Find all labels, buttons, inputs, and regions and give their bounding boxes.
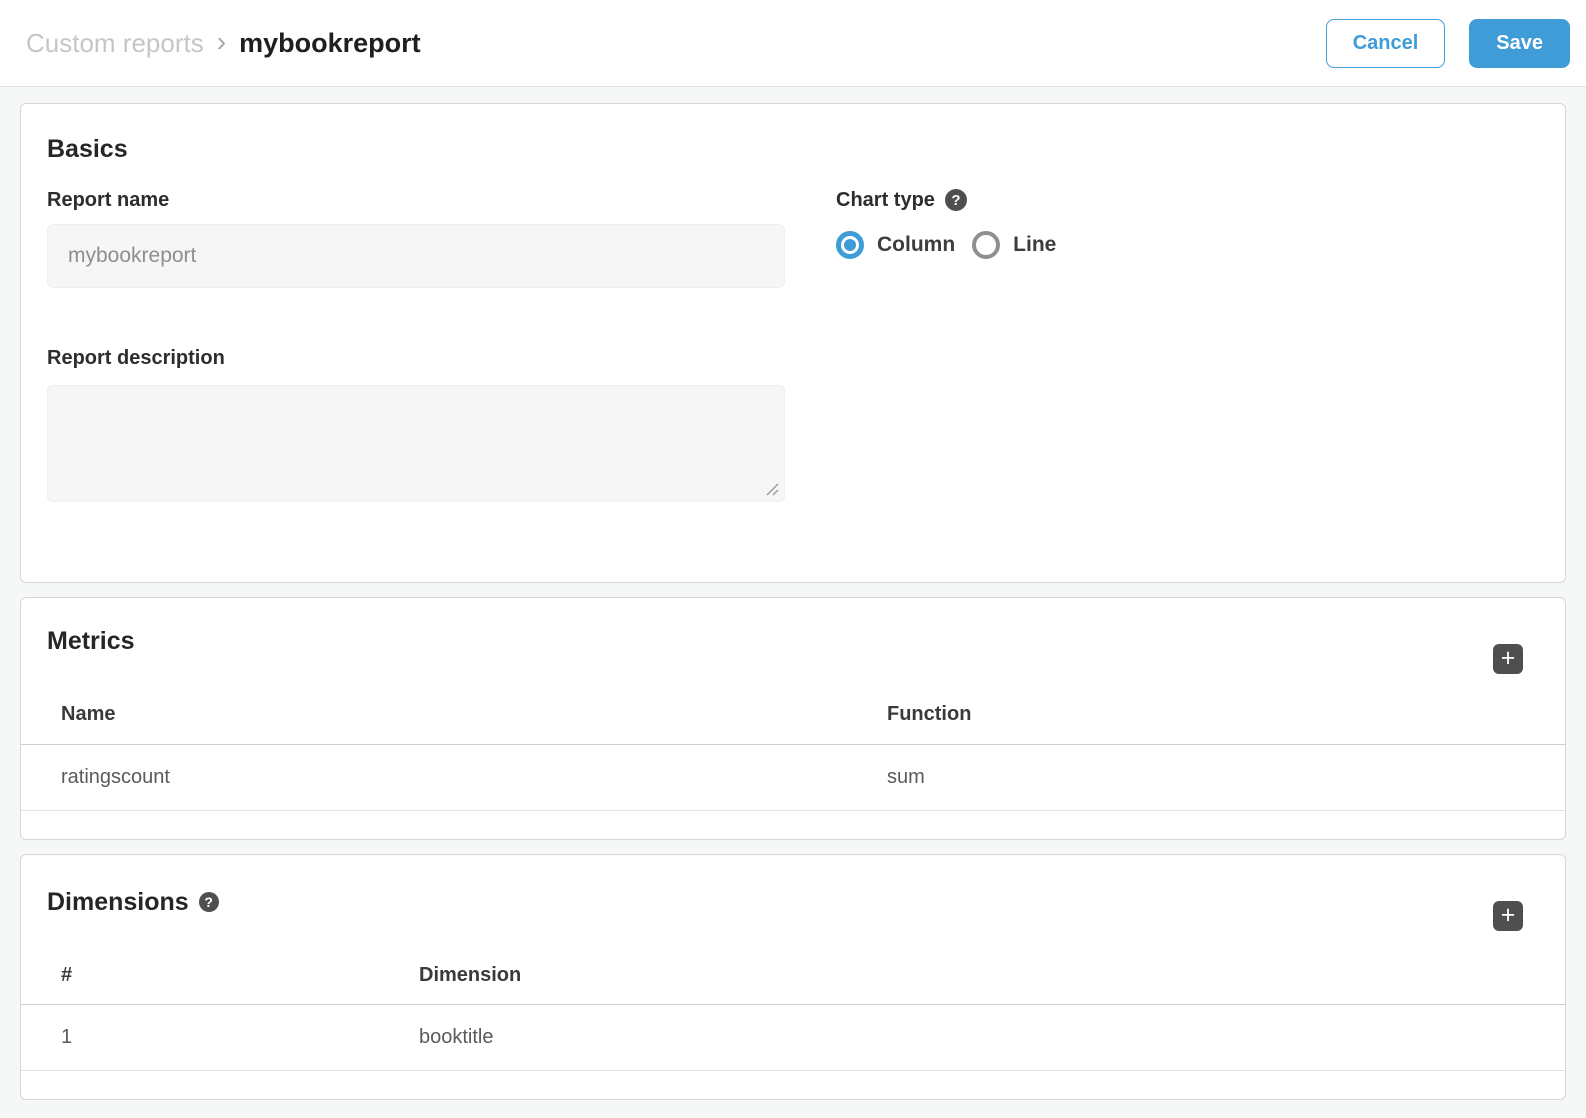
plus-icon: + (1501, 645, 1516, 671)
basics-card: Basics Report name Report description (20, 103, 1566, 583)
dimensions-help-icon[interactable]: ? (199, 892, 219, 912)
report-description-wrap (47, 385, 785, 502)
dimensions-title: Dimensions (47, 887, 189, 917)
chart-type-label-row: Chart type ? (836, 189, 1056, 211)
cancel-button[interactable]: Cancel (1326, 19, 1446, 68)
metrics-card: Metrics + Name Function ratingscount sum (20, 597, 1566, 840)
breadcrumb-custom-reports-link[interactable]: Custom reports (26, 28, 204, 59)
dimensions-table: # Dimension 1 booktitle (21, 947, 1565, 1072)
dimensions-header-row: # Dimension (21, 947, 1565, 1005)
custom-report-editor-page: Custom reports › mybookreport Cancel Sav… (0, 0, 1586, 1118)
metric-row[interactable]: ratingscount sum (21, 744, 1565, 810)
metrics-card-head: Metrics (21, 598, 1565, 686)
report-description-label: Report description (47, 347, 785, 369)
topbar: Custom reports › mybookreport Cancel Sav… (0, 0, 1586, 87)
report-description-textarea[interactable] (47, 385, 785, 502)
add-dimension-button[interactable]: + (1493, 901, 1523, 931)
metrics-table: Name Function ratingscount sum (21, 686, 1565, 811)
metrics-header-row: Name Function (21, 686, 1565, 744)
dimension-name-cell: booktitle (379, 1005, 1565, 1071)
basics-right-column: Chart type ? Column Line (836, 189, 1056, 502)
chart-type-radio-group: Column Line (836, 231, 1056, 259)
metric-name-cell: ratingscount (21, 744, 847, 810)
content: Basics Report name Report description (0, 87, 1586, 1100)
metrics-header-name: Name (21, 686, 847, 744)
resize-handle-icon[interactable] (764, 481, 779, 496)
dimensions-header-dimension: Dimension (379, 947, 1565, 1005)
chart-type-column-label[interactable]: Column (877, 233, 955, 257)
dimensions-card-head: Dimensions ? (21, 855, 1565, 947)
chart-type-help-icon[interactable]: ? (945, 189, 967, 211)
chevron-right-icon: › (217, 26, 226, 58)
chart-type-radio-line[interactable] (972, 231, 1000, 259)
report-name-input[interactable] (47, 224, 785, 288)
metric-function-cell: sum (847, 744, 1565, 810)
report-name-label: Report name (47, 189, 785, 211)
metrics-header-function: Function (847, 686, 1565, 744)
chart-type-line-label[interactable]: Line (1013, 233, 1056, 257)
basics-left-column: Report name Report description (47, 189, 785, 502)
dimension-index-cell: 1 (21, 1005, 379, 1071)
chart-type-radio-column[interactable] (836, 231, 864, 259)
metrics-card-foot (21, 811, 1565, 839)
metrics-title: Metrics (47, 626, 135, 656)
basics-columns: Report name Report description Chart typ… (47, 189, 1539, 502)
chart-type-label: Chart type (836, 189, 935, 211)
topbar-actions: Cancel Save (1326, 19, 1570, 68)
dimensions-card-foot (21, 1071, 1565, 1099)
breadcrumb: Custom reports › mybookreport (26, 26, 421, 60)
basics-title: Basics (47, 134, 1539, 164)
dimensions-header-number: # (21, 947, 379, 1005)
add-metric-button[interactable]: + (1493, 644, 1523, 674)
dimension-row[interactable]: 1 booktitle (21, 1005, 1565, 1071)
breadcrumb-current-report: mybookreport (239, 28, 421, 59)
radio-selected-dot (844, 239, 856, 251)
plus-icon: + (1501, 902, 1516, 928)
dimensions-card: Dimensions ? + # Dimension 1 booktitle (20, 854, 1566, 1101)
save-button[interactable]: Save (1469, 19, 1570, 68)
